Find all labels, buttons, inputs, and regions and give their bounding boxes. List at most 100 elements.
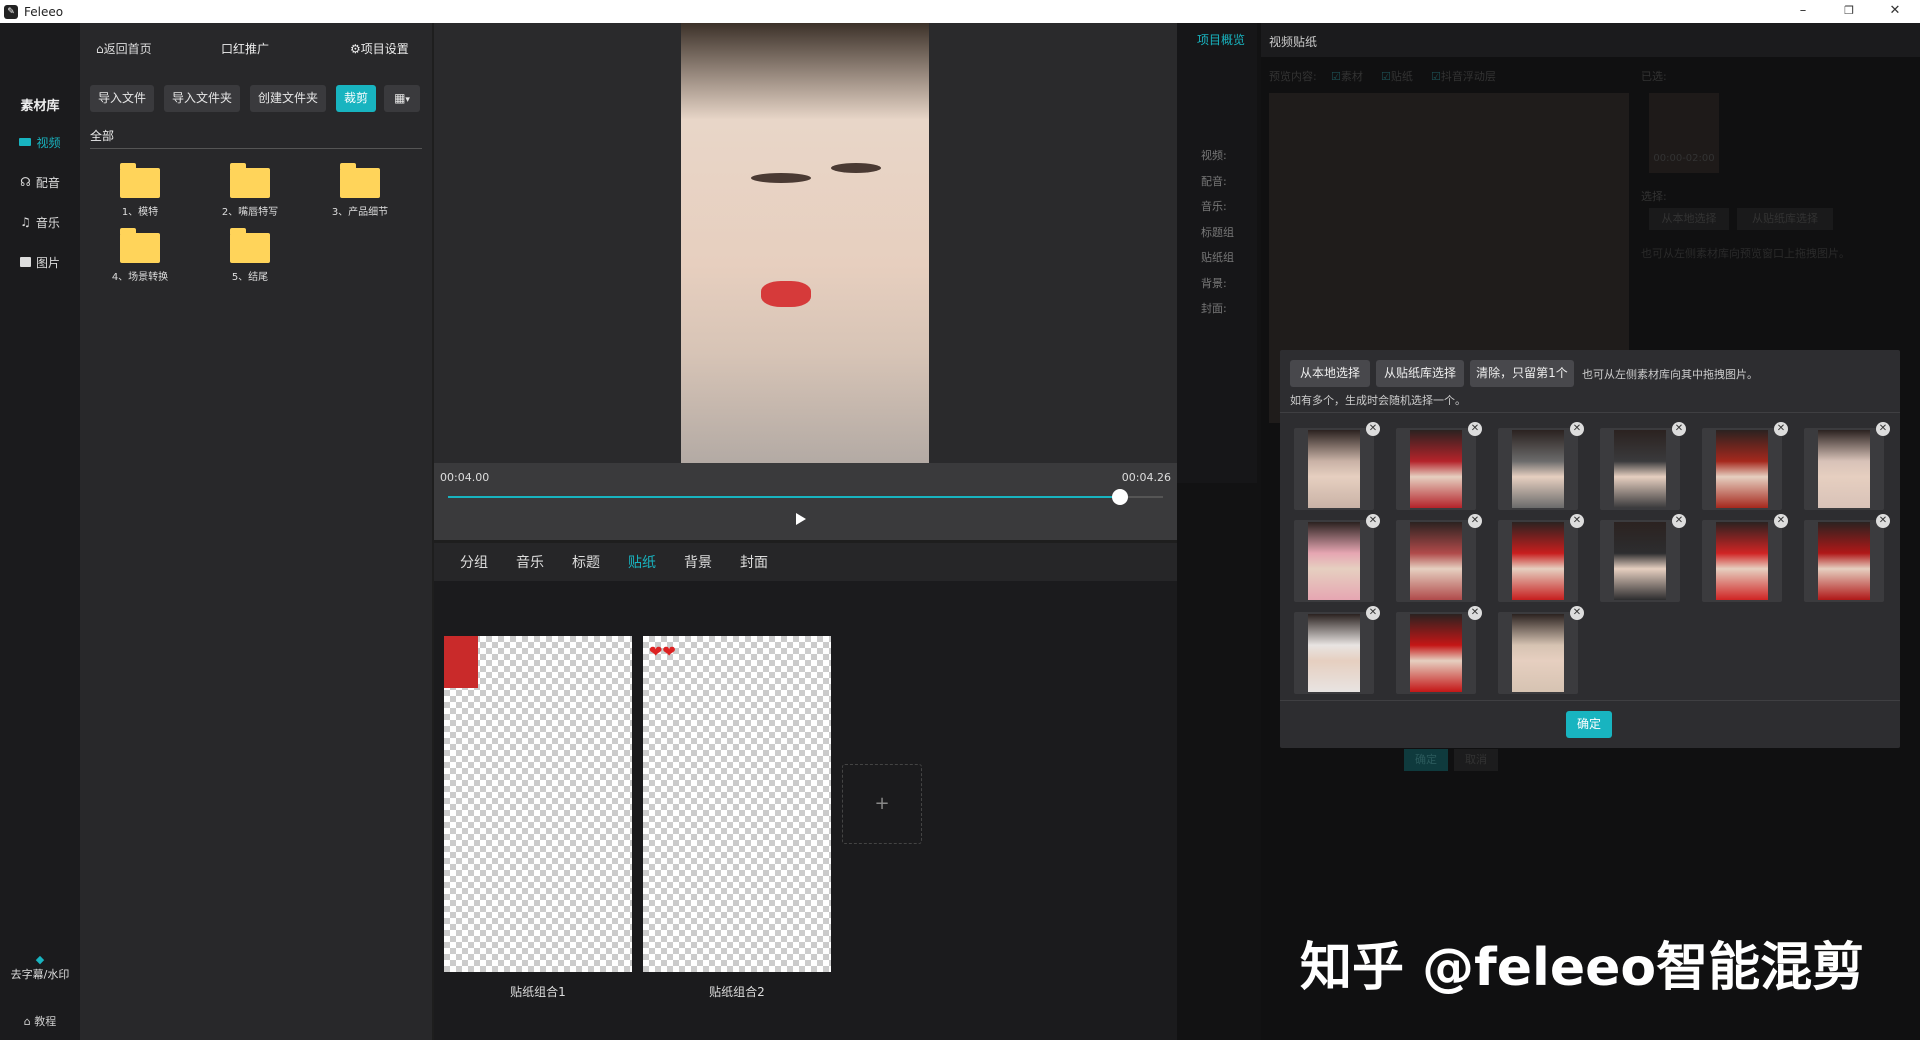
checkbox-material[interactable]: ☑素材 [1331, 68, 1363, 84]
sticker-thumbnail[interactable]: ✕ [1498, 514, 1584, 602]
remove-icon[interactable]: ✕ [1570, 606, 1584, 620]
thumbnail-image [1308, 522, 1360, 600]
checkbox-label: 素材 [1340, 70, 1363, 83]
bg-library-button[interactable]: 从贴纸库选择 [1737, 208, 1833, 230]
selected-thumbnail[interactable]: 00:00-02:00 [1649, 93, 1719, 173]
sticker-thumbnail[interactable]: ✕ [1294, 606, 1380, 694]
check-icon: ☑ [1331, 70, 1341, 83]
create-folder-button[interactable]: 创建文件夹 [250, 85, 326, 112]
sticker-thumbnail[interactable]: ✕ [1294, 422, 1380, 510]
sticker-thumbnail[interactable]: ✕ [1396, 606, 1482, 694]
remove-icon[interactable]: ✕ [1366, 514, 1380, 528]
sticker-thumbnail[interactable]: ✕ [1702, 514, 1788, 602]
checkbox-sticker[interactable]: ☑贴纸 [1381, 68, 1413, 84]
play-icon[interactable] [796, 513, 806, 525]
crop-button[interactable]: 裁剪 [336, 85, 376, 112]
sidebar-item-video[interactable]: 视频 [0, 130, 80, 154]
folder-item[interactable]: 4、场景转换 [90, 228, 190, 283]
sticker-thumbnail[interactable]: ✕ [1498, 606, 1584, 694]
sticker-group-label: 贴纸组合1 [510, 985, 566, 999]
video-preview: 00:04.00 00:04.26 [434, 23, 1177, 540]
total-time: 00:04.26 [1121, 471, 1171, 484]
modal-random-hint: 如有多个，生成时会随机选择一个。 [1290, 394, 1466, 407]
sticker-group-card[interactable]: ❤❤ [643, 636, 831, 972]
remove-icon[interactable]: ✕ [1876, 514, 1890, 528]
remove-icon[interactable]: ✕ [1468, 606, 1482, 620]
tutorial-label: 教程 [34, 1015, 57, 1028]
sidebar-item-music[interactable]: ♫ 音乐 [0, 210, 80, 234]
bg-cancel-button[interactable]: 取消 [1454, 749, 1498, 771]
remove-icon[interactable]: ✕ [1570, 514, 1584, 528]
thumbnail-image [1716, 430, 1768, 508]
tab-title[interactable]: 标题 [572, 552, 600, 572]
tab-group[interactable]: 分组 [460, 552, 488, 572]
minimize-button[interactable]: – [1780, 0, 1826, 23]
remove-icon[interactable]: ✕ [1366, 422, 1380, 436]
close-button[interactable]: ✕ [1872, 0, 1918, 23]
sticker-thumbnail[interactable]: ✕ [1294, 514, 1380, 602]
sticker-thumbnail[interactable]: ✕ [1396, 422, 1482, 510]
modal-library-button[interactable]: 从贴纸库选择 [1376, 360, 1464, 387]
grid-view-toggle[interactable]: ▦▾ [384, 85, 420, 112]
folder-item[interactable]: 3、产品细节 [310, 163, 410, 218]
folder-item[interactable]: 1、模特 [90, 163, 190, 218]
import-folder-button[interactable]: 导入文件夹 [164, 85, 240, 112]
thumbnail-image [1614, 522, 1666, 600]
tab-music[interactable]: 音乐 [516, 552, 544, 572]
remove-icon[interactable]: ✕ [1672, 514, 1686, 528]
remove-icon[interactable]: ✕ [1774, 514, 1788, 528]
folder-icon [120, 163, 160, 198]
folder-label: 3、产品细节 [331, 207, 389, 218]
sticker-thumbnail[interactable]: ✕ [1804, 514, 1890, 602]
add-sticker-group-button[interactable]: + [842, 764, 922, 844]
checkbox-douyin[interactable]: ☑抖音浮动层 [1431, 68, 1496, 84]
import-file-button[interactable]: 导入文件 [90, 85, 154, 112]
bg-local-button[interactable]: 从本地选择 [1649, 208, 1729, 230]
remove-icon[interactable]: ✕ [1570, 422, 1584, 436]
remove-icon[interactable]: ✕ [1672, 422, 1686, 436]
bg-confirm-button[interactable]: 确定 [1404, 749, 1448, 771]
remove-icon[interactable]: ✕ [1468, 422, 1482, 436]
sticker-group-card[interactable] [444, 636, 632, 972]
checkbox-label: 抖音浮动层 [1440, 70, 1496, 83]
tab-cover[interactable]: 封面 [740, 552, 768, 572]
modal-confirm-button[interactable]: 确定 [1566, 711, 1612, 738]
tab-bar: 分组 音乐 标题 贴纸 背景 封面 [434, 543, 1257, 581]
modal-clear-button[interactable]: 清除，只留第1个 [1470, 360, 1574, 387]
modal-local-button[interactable]: 从本地选择 [1290, 360, 1370, 387]
remove-icon[interactable]: ✕ [1366, 606, 1380, 620]
divider [1280, 700, 1900, 701]
project-name: 口红推广 [220, 42, 269, 56]
project-settings-button[interactable]: ⚙项目设置 [350, 40, 409, 57]
progress-handle[interactable] [1112, 489, 1129, 505]
sticker-thumbnail[interactable]: ✕ [1600, 514, 1686, 602]
folder-item[interactable]: 2、嘴唇特写 [200, 163, 300, 218]
library-title: 素材库 [20, 99, 60, 114]
folder-item[interactable]: 5、结尾 [200, 228, 300, 283]
restore-button[interactable]: ❐ [1826, 0, 1872, 23]
remove-icon[interactable]: ✕ [1774, 422, 1788, 436]
sticker-thumbnail[interactable]: ✕ [1702, 422, 1788, 510]
sidebar-item-label: 配音 [35, 175, 60, 190]
sidebar-item-voice[interactable]: ☊ 配音 [0, 170, 80, 194]
sidebar-item-label: 视频 [36, 135, 61, 150]
thumbnail-image [1410, 614, 1462, 692]
sticker-thumbnail[interactable]: ✕ [1396, 514, 1482, 602]
sticker-thumbnail[interactable]: ✕ [1498, 422, 1584, 510]
sticker-thumbnail[interactable]: ✕ [1600, 422, 1686, 510]
sticker-thumbnail[interactable]: ✕ [1804, 422, 1890, 510]
watermark-removal-label: 去字幕/水印 [10, 968, 70, 981]
sidebar-item-image[interactable]: 图片 [0, 250, 80, 274]
tutorial-link[interactable]: ⌂ 教程 [0, 1013, 80, 1029]
watermark-removal-button[interactable]: ◆ 去字幕/水印 [0, 953, 80, 982]
divider [1280, 412, 1900, 413]
overview-row: 音乐: [1201, 200, 1227, 213]
back-home-link[interactable]: ⌂返回首页 [96, 40, 152, 57]
project-settings-label: 项目设置 [360, 42, 409, 56]
progress-track[interactable] [448, 489, 1163, 505]
sticker-groups-area: 贴纸组合1 ❤❤ 贴纸组合2 + [434, 581, 1257, 1040]
remove-icon[interactable]: ✕ [1876, 422, 1890, 436]
tab-sticker[interactable]: 贴纸 [628, 552, 656, 572]
tab-background[interactable]: 背景 [684, 552, 712, 572]
remove-icon[interactable]: ✕ [1468, 514, 1482, 528]
